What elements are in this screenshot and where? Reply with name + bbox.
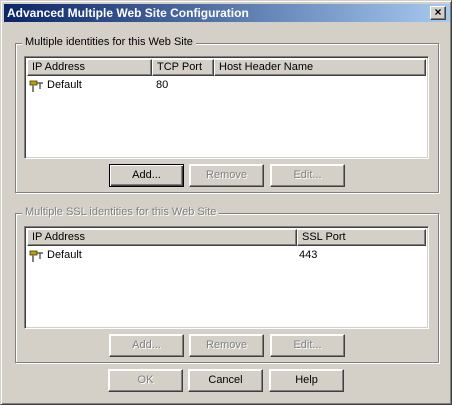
edit-identity-button[interactable]: Edit...: [270, 164, 345, 187]
network-connector-icon: [29, 250, 43, 262]
row-ip-address: Default: [47, 249, 82, 261]
remove-ssl-identity-button[interactable]: Remove: [189, 334, 264, 357]
window-title: Advanced Multiple Web Site Configuration: [7, 6, 249, 20]
identities-list-header: IP Address TCP Port Host Header Name: [27, 59, 426, 76]
ssl-identities-group-label: Multiple SSL identities for this Web Sit…: [22, 206, 220, 218]
column-header-ip-address[interactable]: IP Address: [27, 59, 152, 76]
ssl-identities-group: Multiple SSL identities for this Web Sit…: [15, 206, 439, 363]
remove-identity-button[interactable]: Remove: [189, 164, 264, 187]
cancel-button[interactable]: Cancel: [188, 369, 263, 392]
close-button[interactable]: ×: [430, 6, 446, 20]
column-header-host-header-name[interactable]: Host Header Name: [214, 59, 426, 76]
add-identity-button[interactable]: Add...: [109, 164, 184, 187]
ssl-identities-list-header: IP Address SSL Port: [27, 229, 426, 246]
row-tcp-port: 80: [156, 79, 169, 91]
add-ssl-identity-button[interactable]: Add...: [109, 334, 184, 357]
column-header-ip-address[interactable]: IP Address: [27, 229, 297, 246]
row-ssl-port: 443: [299, 249, 318, 261]
ssl-identities-list[interactable]: IP Address SSL Port Default 443: [24, 226, 429, 329]
network-connector-icon: [29, 80, 43, 92]
identities-group: Multiple identities for this Web Site IP…: [15, 36, 439, 193]
column-header-tcp-port[interactable]: TCP Port: [152, 59, 214, 76]
table-row[interactable]: Default 80: [27, 78, 426, 94]
dialog-window: Advanced Multiple Web Site Configuration…: [0, 0, 452, 405]
column-header-ssl-port[interactable]: SSL Port: [297, 229, 426, 246]
row-ip-address: Default: [47, 79, 82, 91]
edit-ssl-identity-button[interactable]: Edit...: [270, 334, 345, 357]
close-icon: ×: [434, 5, 442, 19]
identities-list[interactable]: IP Address TCP Port Host Header Name Def…: [24, 56, 429, 159]
ok-button[interactable]: OK: [108, 369, 183, 392]
table-row[interactable]: Default 443: [27, 248, 426, 264]
identities-group-label: Multiple identities for this Web Site: [22, 36, 196, 48]
title-bar[interactable]: Advanced Multiple Web Site Configuration…: [4, 4, 450, 22]
help-button[interactable]: Help: [269, 369, 344, 392]
